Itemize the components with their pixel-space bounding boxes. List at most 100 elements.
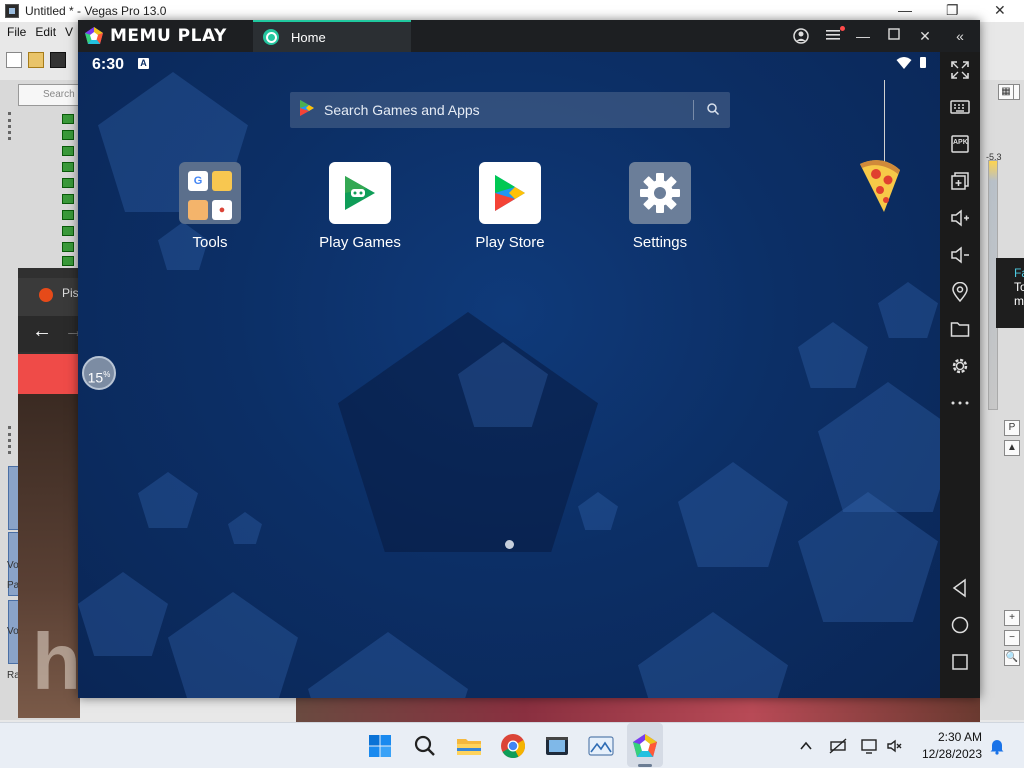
panel-grip[interactable] <box>8 426 11 454</box>
pizza-icon[interactable] <box>854 156 904 221</box>
tree-node[interactable] <box>62 114 74 124</box>
zoom-in-icon[interactable]: + <box>1004 610 1020 626</box>
vegas-icon[interactable] <box>543 732 571 760</box>
tree-node[interactable] <box>62 226 74 236</box>
vegas-close-button[interactable]: ✕ <box>994 2 1006 19</box>
app-play-store-label: Play Store <box>475 234 545 251</box>
clock-date: 12/28/2023 <box>921 747 982 761</box>
taskbar-active-indicator <box>638 764 652 767</box>
search-placeholder: Search Games and Apps <box>324 102 480 118</box>
file-explorer-icon[interactable] <box>455 732 483 760</box>
back-icon[interactable] <box>950 578 970 598</box>
tab-home[interactable]: Home <box>253 20 411 52</box>
memu-title-bar: MEMU PLAY Home — ✕ « <box>78 20 980 52</box>
taskbar: 2:30 AM 12/28/2023 <box>0 722 1024 768</box>
photos-icon[interactable] <box>587 732 615 760</box>
chevron-up-icon[interactable] <box>797 737 815 755</box>
bg-shape <box>308 632 468 698</box>
tree-node[interactable] <box>62 194 74 204</box>
tooltip-popup: Fa To m <box>996 258 1024 328</box>
tree-node[interactable] <box>62 178 74 188</box>
menu-file[interactable]: File <box>7 25 26 39</box>
memu-icon[interactable] <box>631 732 659 760</box>
folder-icon[interactable] <box>950 319 970 339</box>
minimize-button[interactable]: — <box>853 26 873 46</box>
settings-icon[interactable] <box>950 356 970 376</box>
bg-shape <box>228 512 262 544</box>
bg-shape <box>138 472 198 528</box>
close-button[interactable]: ✕ <box>915 26 935 46</box>
tree-node[interactable] <box>62 130 74 140</box>
memu-logo-icon <box>84 26 104 46</box>
settings-gear-icon <box>629 162 691 224</box>
multi-instance-icon[interactable] <box>950 171 970 191</box>
app-settings-label: Settings <box>632 234 688 251</box>
keyboard-icon[interactable] <box>950 97 970 117</box>
back-arrow-icon[interactable]: ← <box>32 320 52 343</box>
bg-shape <box>638 612 788 698</box>
status-time: 6:30 <box>92 56 125 73</box>
bg-shape <box>878 282 938 338</box>
search-icon[interactable] <box>411 732 439 760</box>
tree-node[interactable] <box>62 162 74 172</box>
zoom-icon[interactable]: 🔍 <box>1004 650 1020 666</box>
bg-shape <box>818 382 940 512</box>
apk-icon[interactable]: APK <box>950 134 970 154</box>
vegas-minimize-button[interactable]: — <box>898 2 912 18</box>
more-icon[interactable] <box>950 393 970 413</box>
android-home-screen[interactable]: 6:30 A Search Games and Apps G ● Tools P… <box>78 52 940 698</box>
menu-edit[interactable]: Edit <box>35 25 56 39</box>
search-bar[interactable]: Search Games and Apps <box>290 92 730 128</box>
tree-node[interactable] <box>62 146 74 156</box>
chrome-icon[interactable] <box>499 732 527 760</box>
wifi-icon <box>896 56 912 75</box>
account-icon[interactable] <box>791 26 811 46</box>
vegas-app-icon <box>5 4 19 18</box>
location-icon[interactable] <box>950 282 970 302</box>
track-label: Vo <box>7 560 19 571</box>
site-favicon-icon <box>39 288 53 302</box>
vegas-search-input[interactable]: Search <box>18 84 80 106</box>
recents-icon[interactable] <box>950 652 970 672</box>
browser-tab-label[interactable]: Pis <box>62 286 79 300</box>
search-divider <box>693 100 694 120</box>
bg-shape <box>678 462 788 567</box>
app-play-games[interactable]: Play Games <box>295 162 425 251</box>
grid-icon[interactable]: ▦ <box>998 84 1014 100</box>
display-icon[interactable] <box>860 737 878 755</box>
network-icon[interactable] <box>829 737 847 755</box>
loading-progress-value: 15 <box>87 369 104 386</box>
tree-node[interactable] <box>62 242 74 252</box>
search-icon[interactable] <box>706 102 720 121</box>
google-play-icon <box>300 99 314 121</box>
fullscreen-icon[interactable] <box>950 60 970 80</box>
volume-down-icon[interactable] <box>950 245 970 265</box>
windows-start-icon[interactable] <box>366 732 394 760</box>
app-settings[interactable]: Settings <box>595 162 725 251</box>
marker-icon[interactable]: P <box>1004 420 1020 436</box>
save-icon[interactable] <box>50 52 66 68</box>
app-play-store[interactable]: Play Store <box>445 162 575 251</box>
video-strip <box>296 698 980 722</box>
background-browser-window: Pis ← → h <box>18 268 84 718</box>
tree-node[interactable] <box>62 210 74 220</box>
notification-bell-icon[interactable] <box>988 737 1006 755</box>
maximize-button[interactable] <box>884 26 904 46</box>
scroll-up-icon[interactable]: ▲ <box>1004 440 1020 456</box>
menu-view[interactable]: V <box>65 25 73 39</box>
open-folder-icon[interactable] <box>28 52 44 68</box>
tab-home-label: Home <box>291 29 326 45</box>
panel-grip[interactable] <box>8 112 11 140</box>
app-tools[interactable]: G ● Tools <box>145 162 275 251</box>
taskbar-clock[interactable]: 2:30 AM 12/28/2023 <box>912 729 982 763</box>
new-file-icon[interactable] <box>6 52 22 68</box>
clock-time: 2:30 AM <box>937 730 982 744</box>
vegas-menu-bar: File Edit V <box>0 22 75 42</box>
home-icon[interactable] <box>950 615 970 635</box>
vegas-restore-button[interactable]: ❐ <box>946 2 959 19</box>
volume-muted-icon[interactable] <box>886 737 904 755</box>
volume-up-icon[interactable] <box>950 208 970 228</box>
collapse-sidebar-icon[interactable]: « <box>950 26 970 46</box>
tree-node[interactable] <box>62 256 74 266</box>
zoom-out-icon[interactable]: − <box>1004 630 1020 646</box>
